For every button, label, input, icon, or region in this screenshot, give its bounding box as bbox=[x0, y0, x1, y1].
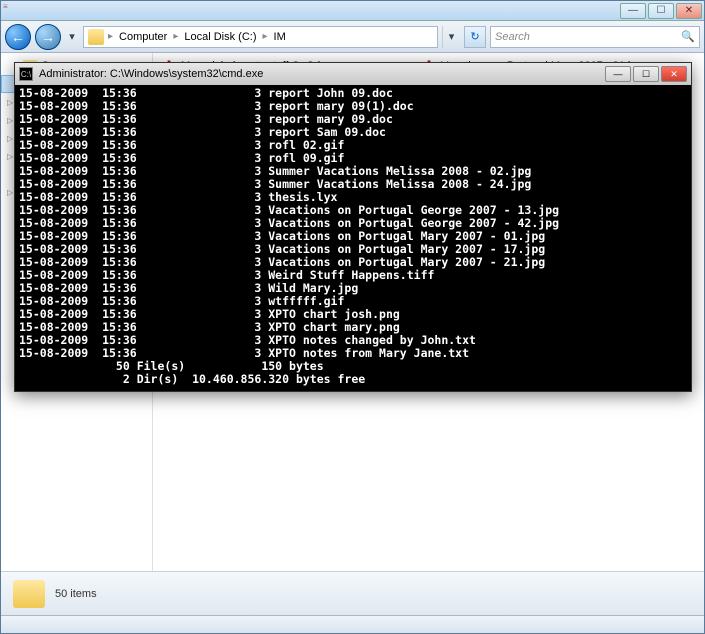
cmd-titlebar[interactable]: C:\ Administrator: C:\Windows\system32\c… bbox=[15, 63, 691, 85]
folder-icon bbox=[88, 29, 104, 45]
breadcrumb-item[interactable]: Local Disk (C:) bbox=[182, 31, 258, 43]
search-input[interactable]: Search 🔍 bbox=[490, 26, 700, 48]
explorer-titlebar: — ☐ ✕ bbox=[1, 1, 704, 21]
cmd-icon: C:\ bbox=[19, 67, 33, 81]
statusbar bbox=[1, 615, 704, 633]
folder-icon bbox=[13, 580, 45, 608]
forward-button[interactable]: → bbox=[35, 24, 61, 50]
cmd-title: Administrator: C:\Windows\system32\cmd.e… bbox=[39, 68, 599, 80]
minimize-button[interactable]: — bbox=[620, 3, 646, 19]
refresh-button[interactable]: ↻ bbox=[464, 26, 486, 48]
breadcrumb-dropdown[interactable]: ▾ bbox=[442, 26, 460, 48]
maximize-button[interactable]: ☐ bbox=[648, 3, 674, 19]
arrow-right-icon: → bbox=[41, 29, 55, 45]
refresh-icon: ↻ bbox=[470, 30, 479, 43]
search-placeholder: Search bbox=[495, 31, 530, 43]
cmd-maximize-button[interactable]: ☐ bbox=[633, 66, 659, 82]
explorer-navbar: ← → ▾ ▸ Computer ▸ Local Disk (C:) ▸ IM … bbox=[1, 21, 704, 53]
nav-history-dropdown[interactable]: ▾ bbox=[65, 27, 79, 47]
cmd-window: C:\ Administrator: C:\Windows\system32\c… bbox=[14, 62, 692, 392]
cmd-minimize-button[interactable]: — bbox=[605, 66, 631, 82]
close-button[interactable]: ✕ bbox=[676, 3, 702, 19]
details-pane: 50 items bbox=[1, 571, 704, 615]
breadcrumb-item[interactable]: IM bbox=[272, 31, 288, 43]
search-icon: 🔍 bbox=[681, 30, 695, 43]
arrow-left-icon: ← bbox=[11, 29, 25, 45]
breadcrumb-item[interactable]: Computer bbox=[117, 31, 169, 43]
cmd-output[interactable]: 15-08-2009 15:36 3 report John 09.doc 15… bbox=[15, 85, 691, 391]
back-button[interactable]: ← bbox=[5, 24, 31, 50]
breadcrumb[interactable]: ▸ Computer ▸ Local Disk (C:) ▸ IM bbox=[83, 26, 438, 48]
status-text: 50 items bbox=[55, 588, 97, 600]
cmd-close-button[interactable]: ✕ bbox=[661, 66, 687, 82]
